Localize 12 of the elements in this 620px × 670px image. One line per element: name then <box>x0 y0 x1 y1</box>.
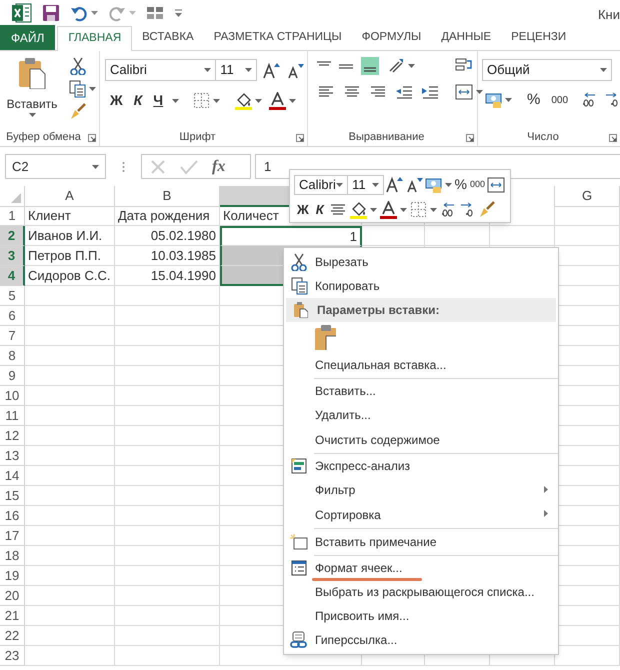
group-label: Число <box>527 130 559 145</box>
group-label: Шрифт <box>179 130 216 145</box>
table-cell: Иванов И.И. <box>25 226 115 246</box>
table-cell: Дата рождения <box>115 206 220 226</box>
table-cell: Сидоров С.С. <box>25 266 115 286</box>
table-cell: Петров П.П. <box>25 246 115 266</box>
menu-section-title: Параметры вставки: <box>317 302 440 319</box>
group-label: Буфер обмена <box>6 130 81 145</box>
table-cell: 1 <box>220 226 362 246</box>
table-cell: Клиент <box>25 206 115 226</box>
group-label: Выравнивание <box>348 130 424 145</box>
window-title: Кни <box>598 6 620 24</box>
